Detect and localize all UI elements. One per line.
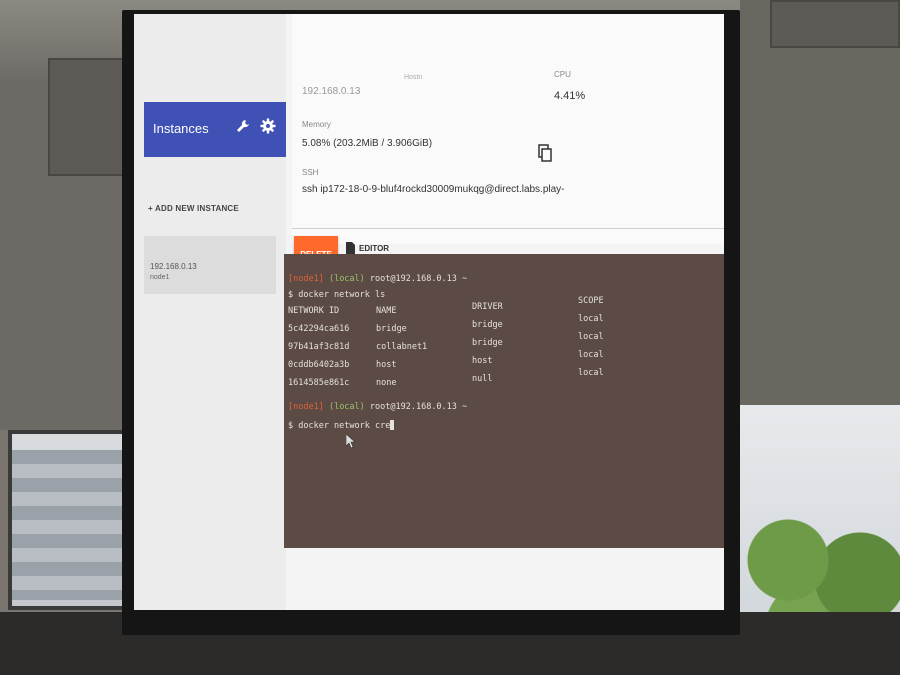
terminal[interactable]: [node1] (local) root@192.168.0.13 ~ $ do… (284, 254, 724, 548)
hostname-label: Hostn (404, 74, 423, 81)
table-row-cell: null (472, 374, 493, 384)
terminal-prompt-2: [node1] (local) root@192.168.0.13 ~ (288, 402, 467, 412)
prompt-local: (local) (328, 274, 365, 284)
table-row-cell: 5c42294ca616 (288, 324, 350, 334)
table-row-cell: 97b41af3c81d (288, 342, 350, 352)
instance-info-panel: 192.168.0.13 Hostn CPU 4.41% Memory 5.08… (292, 14, 724, 244)
instance-ip-header: 192.168.0.13 (302, 86, 361, 97)
prompt-host: root@192.168.0.13 ~ (369, 402, 468, 412)
table-row-cell: local (578, 332, 604, 342)
speaker-right (770, 0, 900, 48)
sidebar-title: Instances (153, 121, 209, 136)
wall-right (740, 0, 900, 405)
table-row-cell: local (578, 350, 604, 360)
table-row-cell: local (578, 314, 604, 324)
prompt-node: [node1] (288, 274, 324, 284)
col-header-network-id: NETWORK ID (288, 306, 340, 316)
editor-label: EDITOR (359, 243, 390, 253)
instance-name: node1 (150, 274, 170, 281)
add-new-instance-button[interactable]: + ADD NEW INSTANCE (148, 204, 239, 213)
table-row-cell: bridge (472, 320, 503, 330)
table-row-cell: host (376, 360, 397, 370)
file-icon (346, 242, 355, 254)
table-row-cell: bridge (376, 324, 407, 334)
gear-icon[interactable] (260, 118, 276, 134)
table-row-cell: none (376, 378, 397, 388)
mouse-pointer-icon (346, 434, 356, 448)
table-row-cell: 0cddb6402a3b (288, 360, 350, 370)
table-row-cell: 1614585e861c (288, 378, 350, 388)
prompt-host: root@192.168.0.13 ~ (369, 274, 468, 284)
instance-ip: 192.168.0.13 (150, 262, 197, 271)
memory-label: Memory (302, 120, 331, 129)
cpu-label: CPU (554, 70, 571, 79)
table-row-cell: host (472, 356, 493, 366)
ssh-command[interactable]: ssh ip172-18-0-9-bluf4rockd30009mukqg@di… (302, 184, 565, 195)
prompt-node: [node1] (288, 402, 324, 412)
col-header-scope: SCOPE (578, 296, 604, 306)
memory-value: 5.08% (203.2MiB / 3.906GiB) (302, 138, 433, 149)
projected-screen: Instances + ADD NEW INSTANCE 192.168.0.1… (134, 14, 724, 610)
sidebar-header: Instances (144, 102, 286, 157)
terminal-command-1: $ docker network ls (288, 290, 386, 300)
table-row-cell: bridge (472, 338, 503, 348)
table-row-cell: local (578, 368, 604, 378)
wrench-icon[interactable] (236, 119, 250, 135)
col-header-name: NAME (376, 306, 397, 316)
ssh-label: SSH (302, 168, 319, 177)
sidebar: Instances + ADD NEW INSTANCE 192.168.0.1… (134, 14, 286, 610)
text-cursor (390, 420, 395, 430)
terminal-command-2: $ docker network cre (288, 420, 395, 431)
instance-list-item[interactable]: 192.168.0.13 node1 (144, 236, 276, 294)
terminal-prompt-1: [node1] (local) root@192.168.0.13 ~ (288, 274, 467, 284)
table-row-cell: collabnet1 (376, 342, 428, 352)
col-header-driver: DRIVER (472, 302, 503, 312)
cpu-value: 4.41% (554, 90, 586, 102)
current-command: $ docker network cre (288, 421, 391, 431)
copy-icon[interactable] (538, 144, 552, 162)
building-outside (12, 450, 124, 600)
divider (292, 228, 724, 229)
prompt-local: (local) (328, 402, 365, 412)
